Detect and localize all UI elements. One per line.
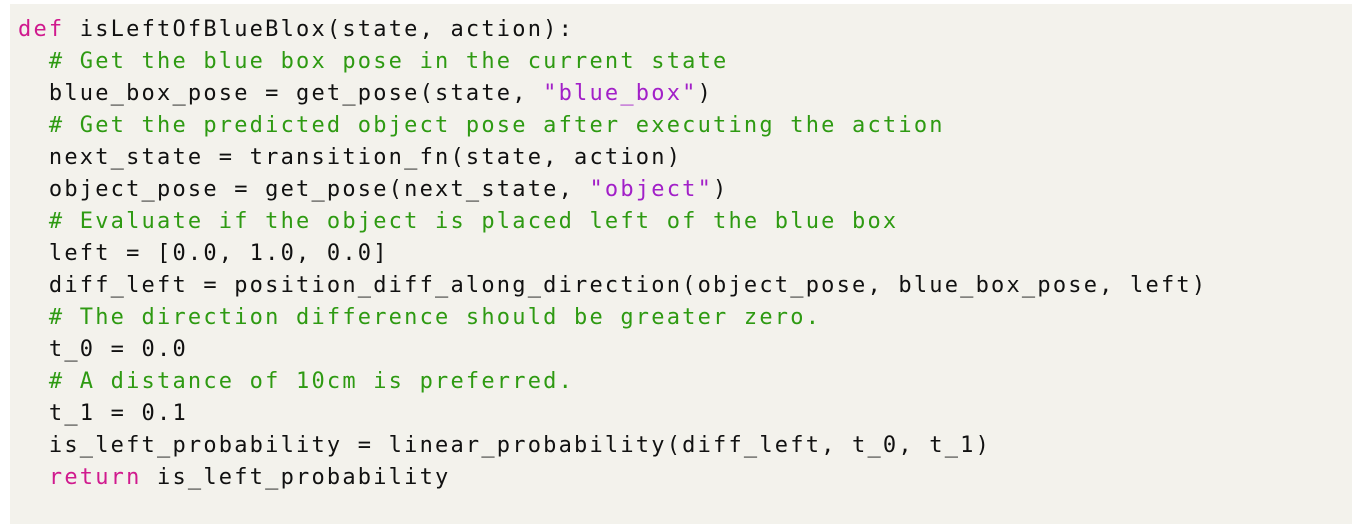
code-line: t_0 = 0.0 (18, 334, 1352, 366)
code-token: left = [0.0, 1.0, 0.0] (18, 241, 389, 266)
indent-token (18, 209, 49, 234)
indent-token (18, 49, 49, 74)
indent-token (18, 305, 49, 330)
comment-token: # Evaluate if the object is placed left … (48, 209, 899, 234)
code-token: t_0 = 0.0 (18, 337, 188, 362)
code-line: left = [0.0, 1.0, 0.0] (18, 238, 1352, 270)
code-line: next_state = transition_fn(state, action… (18, 142, 1352, 174)
code-token: is_left_probability = linear_probability… (18, 433, 992, 458)
code-token: is_left_probability (141, 465, 451, 490)
code-line: blue_box_pose = get_pose(state, "blue_bo… (18, 78, 1352, 110)
code-line: # Get the predicted object pose after ex… (18, 110, 1352, 142)
code-token: ) (713, 177, 729, 202)
code-token: diff_left = position_diff_along_directio… (18, 273, 1208, 298)
comment-token: # Get the predicted object pose after ex… (48, 113, 945, 138)
code-block: def isLeftOfBlueBlox(state, action): # G… (10, 4, 1352, 524)
indent-token (18, 369, 49, 394)
code-line: is_left_probability = linear_probability… (18, 430, 1352, 462)
code-line: # Evaluate if the object is placed left … (18, 206, 1352, 238)
code-token: next_state = transition_fn(state, action… (18, 145, 683, 170)
code-line: # Get the blue box pose in the current s… (18, 46, 1352, 78)
keyword-token: return (48, 465, 142, 490)
code-line: # A distance of 10cm is preferred. (18, 366, 1352, 398)
code-line: return is_left_probability (18, 462, 1352, 494)
string-token: "blue_box" (543, 81, 698, 106)
indent-token (18, 465, 49, 490)
code-line: def isLeftOfBlueBlox(state, action): (18, 14, 1352, 46)
keyword-token: def (18, 17, 65, 42)
indent-token (18, 113, 49, 138)
code-line: diff_left = position_diff_along_directio… (18, 270, 1352, 302)
code-token: object_pose = get_pose(next_state, (18, 177, 590, 202)
code-line: t_1 = 0.1 (18, 398, 1352, 430)
comment-token: # A distance of 10cm is preferred. (48, 369, 575, 394)
code-token: t_1 = 0.1 (18, 401, 188, 426)
code-line: # The direction difference should be gre… (18, 302, 1352, 334)
comment-token: # Get the blue box pose in the current s… (48, 49, 729, 74)
code-token: blue_box_pose = get_pose(state, (18, 81, 544, 106)
code-token: ) (697, 81, 714, 106)
string-token: "object" (589, 177, 714, 202)
code-token: isLeftOfBlueBlox(state, action): (64, 17, 575, 42)
comment-token: # The direction difference should be gre… (48, 305, 822, 330)
code-line: object_pose = get_pose(next_state, "obje… (18, 174, 1352, 206)
